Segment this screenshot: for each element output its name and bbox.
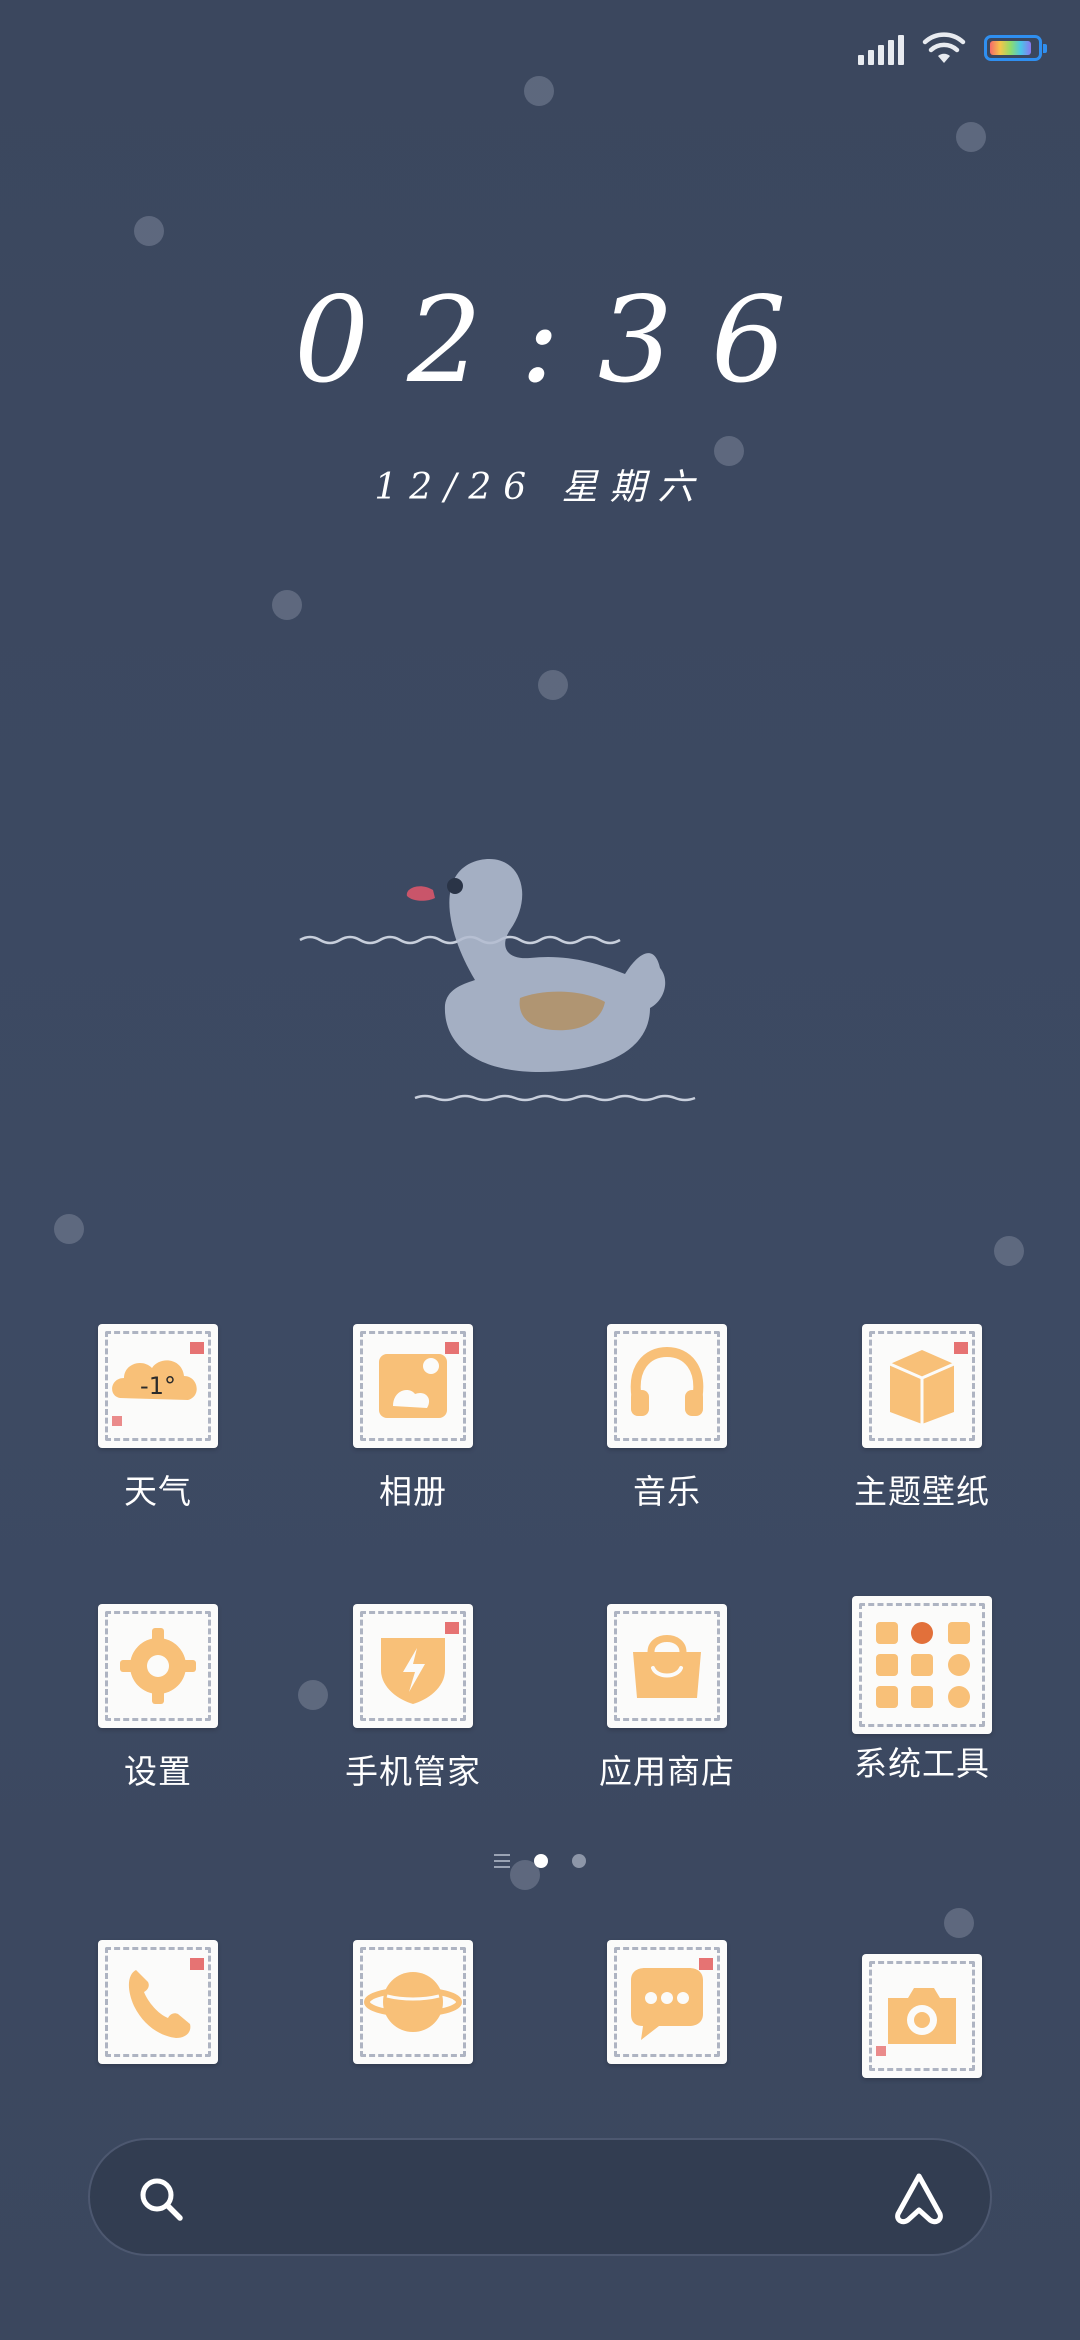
app-label: 音乐 (633, 1472, 701, 1511)
wifi-icon (922, 32, 966, 63)
dock-camera[interactable] (817, 1954, 1027, 2078)
app-label: 相册 (379, 1472, 447, 1511)
snow-dot (944, 1908, 974, 1938)
app-label: 手机管家 (345, 1752, 481, 1791)
battery-level (990, 41, 1032, 55)
app-settings[interactable]: 设置 (53, 1604, 263, 1792)
camera-icon (862, 1954, 982, 2078)
app-label: 设置 (124, 1752, 192, 1791)
phone-icon (98, 1940, 218, 2064)
clock-date: 12/26 星期六 (374, 467, 706, 508)
app-label: 应用商店 (599, 1752, 735, 1791)
duck-illustration (299, 859, 696, 1102)
assistant-icon[interactable] (890, 2170, 948, 2226)
app-label: 主题壁纸 (854, 1472, 990, 1511)
page-list-icon[interactable] (494, 1854, 510, 1868)
app-label: 天气 (124, 1472, 192, 1511)
page-dot-active[interactable] (534, 1854, 548, 1868)
page-indicator (0, 1854, 1080, 1868)
snow-dot (54, 1214, 84, 1244)
security-icon (353, 1604, 473, 1728)
status-bar (858, 26, 1047, 70)
app-music[interactable]: 音乐 (562, 1324, 772, 1512)
app-label: 系统工具 (854, 1744, 990, 1783)
app-store-icon (607, 1604, 727, 1728)
weather-icon: -1° (98, 1324, 218, 1448)
search-icon[interactable] (136, 2174, 186, 2224)
app-weather[interactable]: -1° 天气 (53, 1324, 263, 1512)
home-screen: 02:36 12/26 星期六 -1° 天气 相册 音乐 主题壁纸 设置 手机管… (0, 0, 1080, 2340)
snow-dot (538, 670, 568, 700)
snow-dot (994, 1236, 1024, 1266)
app-app-store[interactable]: 应用商店 (562, 1604, 772, 1792)
browser-icon (353, 1940, 473, 2064)
messages-icon (607, 1940, 727, 2064)
app-security[interactable]: 手机管家 (308, 1604, 518, 1792)
system-tools-folder-icon (852, 1596, 992, 1734)
music-icon (607, 1324, 727, 1448)
cellular-signal-icon (858, 31, 904, 65)
settings-icon (98, 1604, 218, 1728)
dock-browser[interactable] (308, 1940, 518, 2064)
themes-icon (862, 1324, 982, 1448)
gallery-icon (353, 1324, 473, 1448)
app-gallery[interactable]: 相册 (308, 1324, 518, 1512)
snow-dot (524, 76, 554, 106)
page-dot[interactable] (572, 1854, 586, 1868)
dock-phone[interactable] (53, 1940, 263, 2064)
search-bar[interactable] (88, 2138, 992, 2256)
clock-time: 02:36 (293, 271, 825, 409)
snow-dot (956, 122, 986, 152)
weather-temperature: -1° (140, 1372, 176, 1400)
app-themes[interactable]: 主题壁纸 (817, 1324, 1027, 1512)
dock-messages[interactable] (562, 1940, 772, 2064)
snow-dot (272, 590, 302, 620)
battery-icon (984, 35, 1047, 61)
snow-dot (134, 216, 164, 246)
app-system-tools-folder[interactable]: 系统工具 (817, 1596, 1027, 1784)
